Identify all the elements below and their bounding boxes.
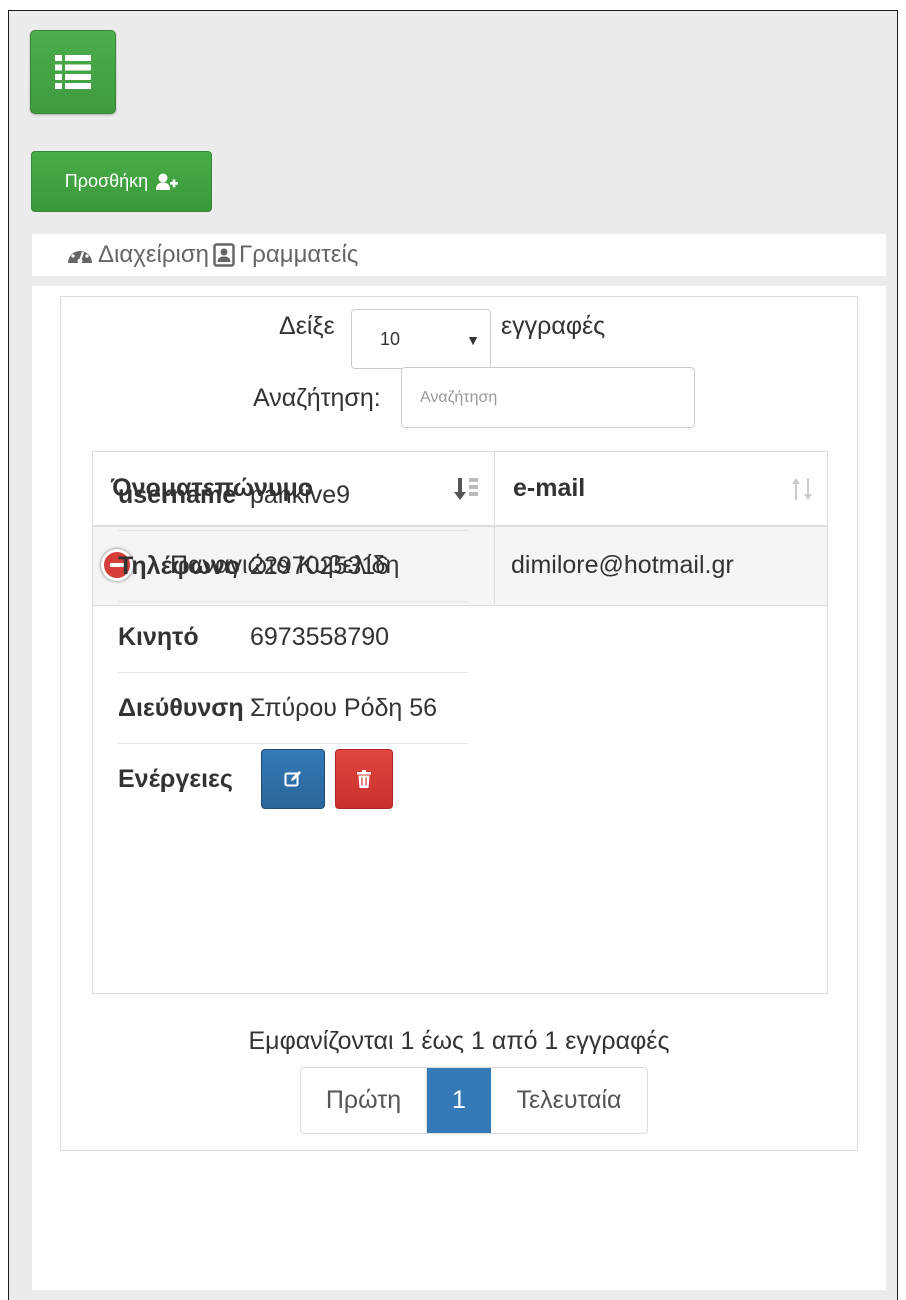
last-page-button[interactable]: Τελευταία [491,1068,647,1133]
sort-icon [792,478,812,500]
column-header-label: e-mail [513,474,586,502]
list-icon [55,55,91,89]
row-details: username pankive9 Τηλέφωνο 2297025316 Κι… [118,460,468,814]
chevron-down-icon: ▼ [466,332,480,348]
breadcrumb-label: Γραμματείς [239,241,359,268]
user-plus-icon [156,173,179,190]
table-info-text: Εμφανίζονται 1 έως 1 από 1 εγγραφές [248,1027,670,1055]
detail-row-mobile: Κινητό 6973558790 [118,602,468,673]
edit-icon [284,771,301,787]
menu-toggle-button[interactable] [30,30,116,114]
breadcrumb: Διαχείριση Γραμματείς [32,234,886,276]
detail-value: 2297025316 [250,551,390,580]
search-label: Αναζήτηση: [253,384,381,412]
secretaries-panel: Δείξε 10 ▼ εγγραφές Αναζήτηση: Όνοματεπώ… [60,296,858,1151]
search-input[interactable] [401,367,695,428]
edit-button[interactable] [260,749,325,809]
detail-key: Ενέργειες [118,764,233,793]
detail-value: pankive9 [250,480,351,509]
breadcrumb-label: Διαχείριση [98,241,210,268]
detail-key: Διεύθυνση [118,693,244,722]
contact-card-icon [213,243,235,267]
cell-email: dimilore@hotmail.gr [495,527,827,604]
first-page-button[interactable]: Πρώτη [301,1068,427,1133]
add-button-label: Προσθήκη [64,171,149,191]
detail-key: Τηλέφωνο [118,551,241,580]
row-email-text: dimilore@hotmail.gr [511,551,734,579]
detail-row-address: Διεύθυνση Σπύρου Ρόδη 56 [118,673,468,744]
pagination: Πρώτη 1 Τελευταία [300,1067,648,1134]
detail-value: 6973558790 [250,622,390,651]
breadcrumb-item-secretaries[interactable]: Γραμματείς [213,241,358,269]
delete-button[interactable] [334,749,393,809]
length-prefix-label: Δείξε [279,312,335,340]
detail-key: username [118,480,237,509]
trash-icon [356,770,371,788]
column-header-email[interactable]: e-mail [495,452,827,527]
detail-key: Κινητό [118,622,199,651]
dashboard-icon [68,248,92,264]
detail-row-phone: Τηλέφωνο 2297025316 [118,531,468,602]
page-size-value: 10 [380,328,401,349]
length-suffix-label: εγγραφές [501,312,606,340]
page-size-select[interactable]: 10 ▼ [351,309,491,369]
page-1-button[interactable]: 1 [427,1068,491,1133]
detail-row-actions: Ενέργειες [118,744,468,814]
add-user-button[interactable]: Προσθήκη [31,151,212,212]
breadcrumb-item-admin[interactable]: Διαχείριση [66,241,209,269]
detail-row-username: username pankive9 [118,460,468,531]
detail-value: Σπύρου Ρόδη 56 [250,693,438,722]
